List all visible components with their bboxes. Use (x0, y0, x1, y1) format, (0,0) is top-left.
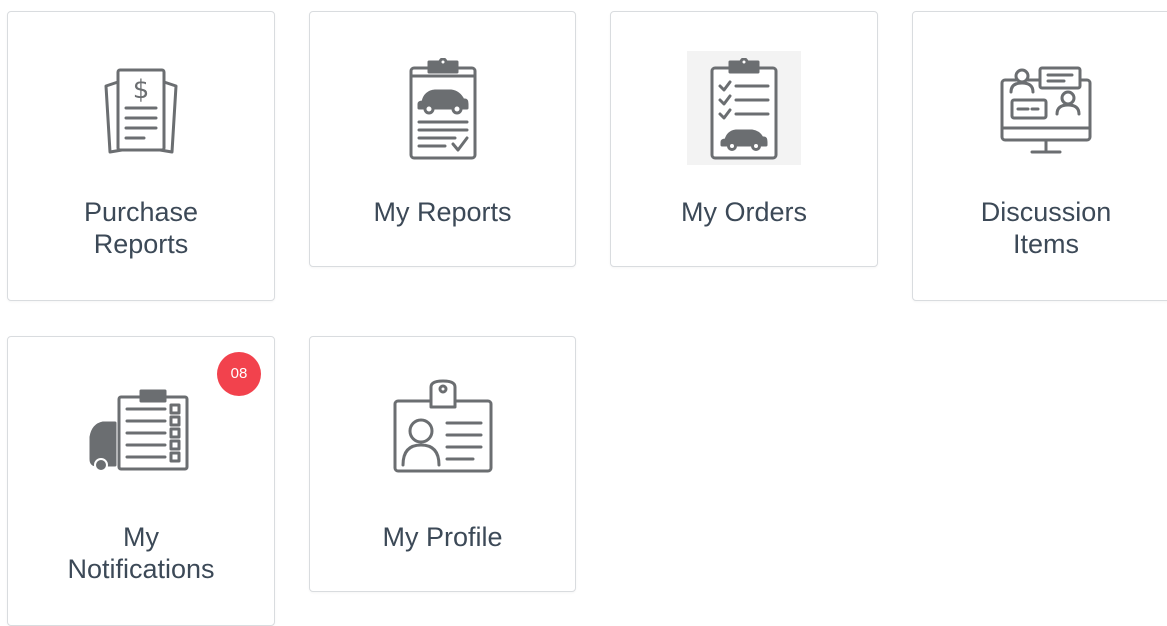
id-badge-icon (393, 379, 492, 473)
tile-label: My Orders (680, 197, 807, 227)
monitor-chat-users-icon (1000, 66, 1092, 154)
tile-my-profile[interactable]: My Profile (309, 336, 576, 592)
notification-count-badge: 08 (217, 352, 261, 396)
tile-label: My Notifications (67, 522, 215, 584)
clipboard-checklist-car-icon (710, 58, 778, 160)
tile-label: Purchase Reports (83, 197, 199, 259)
receipt-dollar-icon: $ (104, 68, 178, 154)
tile-label: Discussion Items (980, 197, 1112, 259)
tile-my-reports[interactable]: My Reports (309, 11, 576, 267)
tile-discussion-items[interactable]: Discussion Items (912, 11, 1167, 301)
tile-my-orders[interactable]: My Orders (610, 11, 878, 267)
tile-my-notifications[interactable]: 08 My Notifications (7, 336, 275, 626)
svg-text:$: $ (133, 75, 150, 105)
tile-label: My Reports (373, 197, 512, 227)
tile-label: My Profile (382, 522, 503, 552)
car-checklist-icon (89, 389, 189, 472)
tile-purchase-reports[interactable]: $ Purchase Reports (7, 11, 275, 301)
clipboard-car-report-icon (409, 58, 476, 160)
